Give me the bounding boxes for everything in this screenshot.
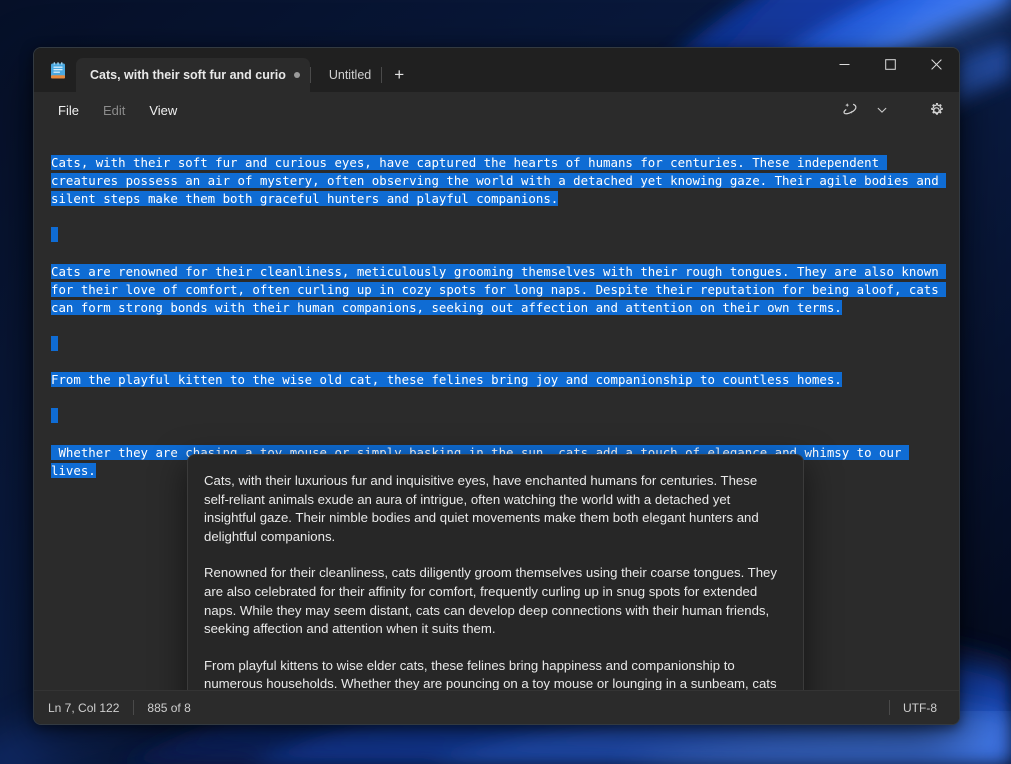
selected-blank (51, 227, 59, 243)
tab-label: Cats, with their soft fur and curio (90, 68, 286, 82)
editor-blank-line (51, 335, 947, 353)
editor-paragraph: Cats are renowned for their cleanliness,… (51, 263, 947, 317)
selected-blank (51, 408, 59, 424)
encoding-indicator[interactable]: UTF-8 (903, 701, 951, 715)
close-icon[interactable] (913, 48, 959, 80)
copilot-rewrite-icon[interactable] (835, 96, 865, 124)
tab-untitled[interactable]: Untitled (311, 58, 381, 92)
editor-blank-line (51, 407, 947, 425)
ai-paragraph: Renowned for their cleanliness, cats dil… (204, 565, 777, 637)
editor-blank-line (51, 226, 947, 244)
maximize-icon[interactable] (867, 48, 913, 80)
window-controls (821, 48, 959, 80)
ai-paragraph: From playful kittens to wise elder cats,… (204, 657, 777, 690)
status-divider (133, 700, 135, 715)
title-bar: Cats, with their soft fur and curio Unti… (34, 48, 959, 92)
selected-text: Cats are renowned for their cleanliness,… (51, 263, 947, 315)
menu-view[interactable]: View (137, 98, 189, 123)
notepad-icon (48, 61, 68, 81)
editor-paragraph: From the playful kitten to the wise old … (51, 371, 947, 389)
menu-edit[interactable]: Edit (91, 98, 137, 123)
character-count[interactable]: 885 of 8 (147, 701, 204, 715)
menu-bar: File Edit View (34, 92, 959, 128)
status-bar: Ln 7, Col 122 885 of 8 UTF-8 (34, 690, 959, 724)
new-tab-button[interactable]: + (382, 58, 416, 92)
selected-text: Cats, with their soft fur and curious ey… (51, 155, 947, 207)
editor-paragraph: Cats, with their soft fur and curious ey… (51, 154, 947, 208)
text-editor-area[interactable]: Cats, with their soft fur and curious ey… (34, 128, 959, 690)
tab-label: Untitled (328, 68, 372, 82)
cursor-position[interactable]: Ln 7, Col 122 (48, 701, 133, 715)
tab-cats-document[interactable]: Cats, with their soft fur and curio (76, 58, 310, 92)
menu-bar-right (835, 96, 951, 124)
notepad-window: Cats, with their soft fur and curio Unti… (33, 47, 960, 725)
selected-blank (51, 336, 59, 352)
unsaved-changes-dot (293, 72, 300, 78)
ai-rewrite-panel: Cats, with their luxurious fur and inqui… (187, 454, 804, 690)
ai-paragraph: Cats, with their luxurious fur and inqui… (204, 473, 759, 544)
ai-rewrite-content: Cats, with their luxurious fur and inqui… (188, 455, 803, 690)
tab-strip: Cats, with their soft fur and curio Unti… (76, 48, 416, 92)
selected-text: From the playful kitten to the wise old … (51, 372, 842, 388)
minimize-icon[interactable] (821, 48, 867, 80)
status-divider (889, 700, 890, 715)
gear-icon[interactable] (921, 96, 951, 124)
menu-file[interactable]: File (46, 98, 91, 123)
chevron-down-icon[interactable] (867, 96, 897, 124)
status-bar-right: UTF-8 (889, 700, 951, 715)
